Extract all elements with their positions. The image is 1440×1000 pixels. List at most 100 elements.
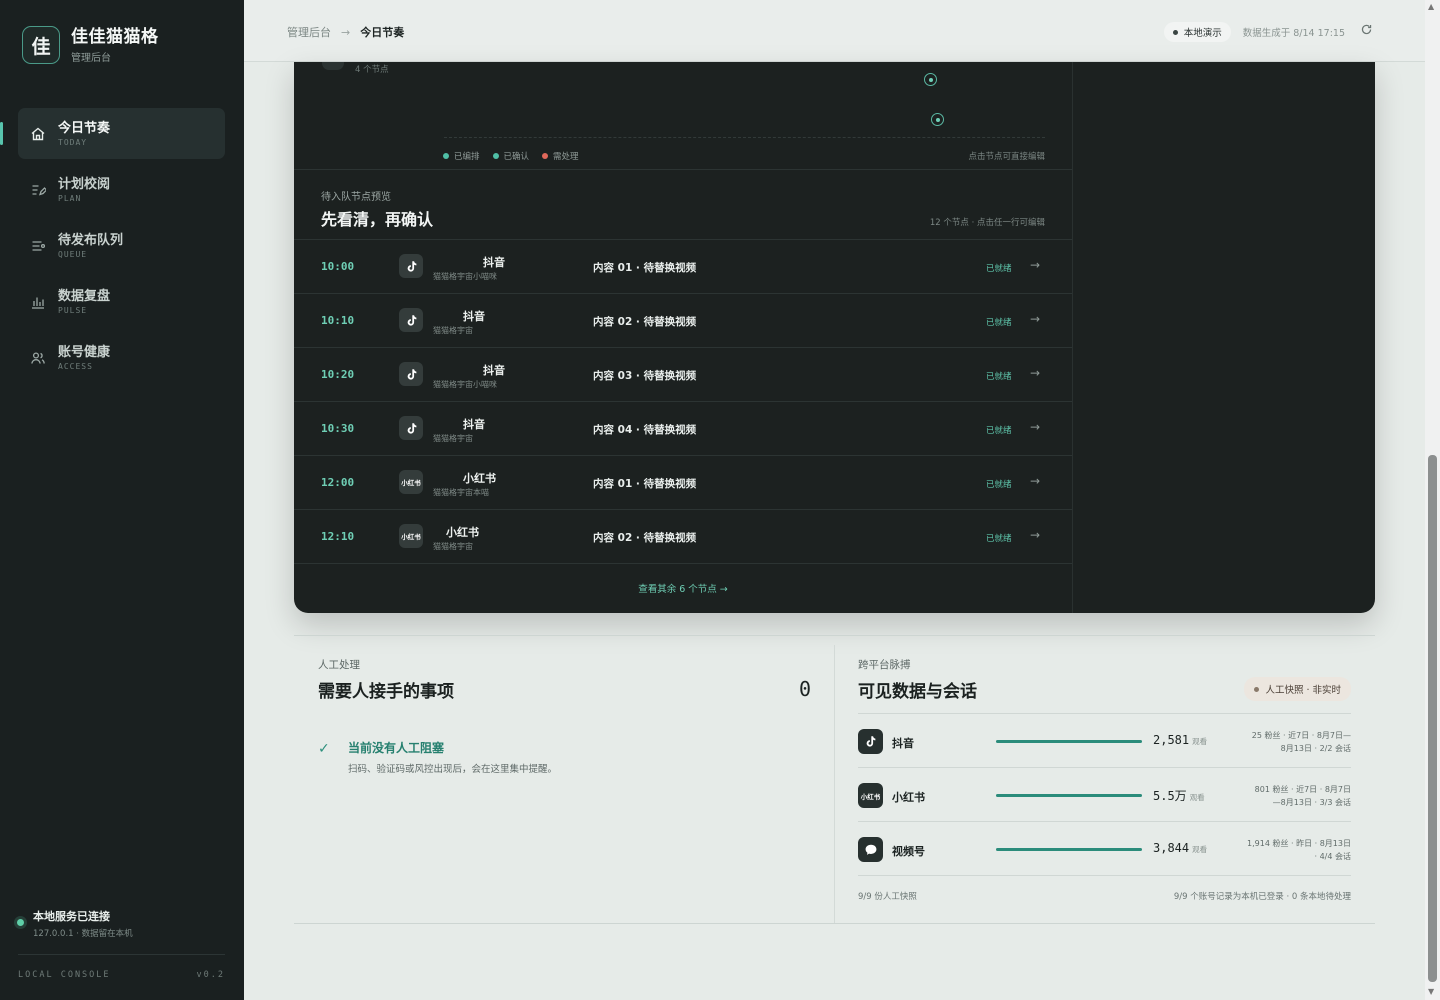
divider <box>18 954 225 955</box>
timeline-node[interactable] <box>924 73 937 86</box>
preview-row[interactable]: 10:00 抖音 猫猫格宇宙小喵咪 内容 01 · 待替换视频 已就绪 → <box>294 240 1072 294</box>
row-status: 已就绪 <box>986 480 1012 490</box>
row-time: 12:00 <box>321 476 355 489</box>
brand[interactable]: 佳 佳佳猫猫格 管理后台 <box>22 26 159 64</box>
row-time: 10:20 <box>321 368 355 381</box>
sidebar-item-pulse[interactable]: 数据复盘 PULSE <box>18 276 225 327</box>
legend-dot <box>542 153 549 159</box>
tiktok-icon <box>399 254 423 278</box>
views-number: 5.5万 <box>1153 789 1187 803</box>
timeline-node[interactable] <box>931 113 944 126</box>
arrow-right-icon: → <box>1030 474 1041 488</box>
manual-kicker: 人工处理 <box>318 659 360 671</box>
sidebar-item-label: 账号健康 <box>58 344 111 360</box>
sidebar-item-sublabel: TODAY <box>58 137 88 147</box>
timeline-legend: 已编排 已确认 需处理 <box>443 150 592 162</box>
check-icon: ✓ <box>318 741 330 757</box>
manual-count: 0 <box>798 677 811 701</box>
divider <box>294 923 1375 924</box>
manual-section: 人工处理 需要人接手的事项 0 ✓ 当前没有人工阻塞 扫码、验证码或风控出现后，… <box>318 657 811 775</box>
topbar: 管理后台 → 今日节奏 本地演示 数据生成于 8/14 17:15 <box>244 0 1425 62</box>
preview-row[interactable]: 12:00 小红书 小红书 猫猫格宇宙本喵 内容 01 · 待替换视频 已就绪 … <box>294 456 1072 510</box>
row-time: 10:00 <box>321 260 355 273</box>
pulse-row[interactable]: 抖音 2,581 观看 25 粉丝 · 近7日 · 8月7日— 8月13日 · 2… <box>858 714 1351 768</box>
sidebar-item-sublabel: QUEUE <box>58 249 88 259</box>
row-content: 内容 04 · 待替换视频 <box>593 424 697 436</box>
row-platform: 小红书 <box>463 472 496 485</box>
chat-icon <box>322 62 344 70</box>
platform-meta: 801 粉丝 · 近7日 · 8月7日 —8月13日 · 3/3 会话 <box>1231 783 1351 809</box>
timeline-hint: 点击节点可直接编辑 <box>968 152 1045 162</box>
row-platform: 抖音 <box>463 418 485 431</box>
topbar-status: 本地演示 数据生成于 8/14 17:15 <box>1163 22 1345 42</box>
empty-state-sub: 扫码、验证码或风控出现后，会在这里集中提醒。 <box>348 764 558 775</box>
preview-row[interactable]: 10:20 抖音 猫猫格宇宙小喵咪 内容 03 · 待替换视频 已就绪 → <box>294 348 1072 402</box>
status-dot <box>17 919 24 926</box>
row-account: 猫猫格宇宙 <box>433 326 473 335</box>
scroll-up-icon[interactable]: ▲ <box>1428 2 1434 11</box>
sidebar-item-sublabel: PLAN <box>58 193 82 203</box>
preview-row[interactable]: 10:10 抖音 猫猫格宇宙 内容 02 · 待替换视频 已就绪 → <box>294 294 1072 348</box>
preview-kicker: 待入队节点预览 <box>321 192 391 203</box>
platform-name: 小红书 <box>892 791 925 804</box>
sidebar-item-plan[interactable]: 计划校阅 PLAN <box>18 164 225 215</box>
arrow-right-icon: → <box>1030 312 1041 326</box>
scroll-down-icon[interactable]: ▼ <box>1428 987 1434 996</box>
connection-title: 本地服务已连接 <box>33 910 110 923</box>
legend-dot <box>443 153 449 159</box>
schedule-side-panel <box>1072 62 1375 613</box>
views-number: 2,581 <box>1153 733 1190 747</box>
legend-dot <box>492 153 499 159</box>
divider <box>294 169 1072 170</box>
legend-label: 已编排 <box>454 152 480 162</box>
preview-title: 先看清，再确认 <box>321 210 434 229</box>
breadcrumb-root[interactable]: 管理后台 <box>287 24 331 40</box>
page-scrollbar[interactable]: ▲ ▼ <box>1425 0 1440 1000</box>
arrow-right-icon: → <box>1030 366 1041 380</box>
platform-meta: 1,914 粉丝 · 昨日 · 8月13日 · 4/4 会话 <box>1231 837 1351 863</box>
row-content: 内容 01 · 待替换视频 <box>593 478 697 490</box>
preview-meta: 12 个节点 · 点击任一行可编辑 <box>929 218 1045 228</box>
sidebar-item-label: 数据复盘 <box>58 288 111 304</box>
view-more-link[interactable]: 查看其余 6 个节点 → <box>294 581 1072 595</box>
refresh-button[interactable] <box>1358 22 1374 38</box>
scrollbar-thumb[interactable] <box>1428 455 1437 982</box>
brand-subtitle: 管理后台 <box>71 53 111 64</box>
progress-bar <box>996 740 1142 743</box>
row-account: 猫猫格宇宙 <box>433 542 473 551</box>
row-content: 内容 01 · 待替换视频 <box>593 262 697 274</box>
pulse-row[interactable]: 视频号 3,844 观看 1,914 粉丝 · 昨日 · 8月13日 · 4/4 … <box>858 822 1351 876</box>
tiktok-icon <box>399 308 423 332</box>
row-status: 已就绪 <box>986 372 1012 382</box>
legend-item: 已编排 <box>443 150 480 162</box>
generated-time: 数据生成于 8/14 17:15 <box>1242 28 1345 39</box>
pulse-kicker: 跨平台脉搏 <box>858 659 911 671</box>
sidebar-nav: 今日节奏 TODAY 计划校阅 PLAN 待发布队列 QUEUE 数据复盘 PU… <box>0 108 225 388</box>
legend-item: 已确认 <box>492 150 529 162</box>
xiaohongshu-icon: 小红书 <box>399 524 423 548</box>
arrow-right-icon: → <box>1030 528 1041 542</box>
footer-label: LOCAL CONSOLE <box>18 970 111 980</box>
views-value: 3,844 观看 <box>1153 841 1207 855</box>
sidebar-item-label: 今日节奏 <box>58 120 111 136</box>
row-time: 10:30 <box>321 422 355 435</box>
preview-row[interactable]: 10:30 抖音 猫猫格宇宙 内容 04 · 待替换视频 已就绪 → <box>294 402 1072 456</box>
pulse-row[interactable]: 小红书 小红书 5.5万 观看 801 粉丝 · 近7日 · 8月7日 —8月13… <box>858 768 1351 822</box>
preview-list: 10:00 抖音 猫猫格宇宙小喵咪 内容 01 · 待替换视频 已就绪 → 10… <box>294 239 1072 564</box>
timeline-axis <box>444 137 1045 138</box>
schedule-card: 4 个节点 已编排 已确认 需处理 点击节点可直接编辑 待入队节点预览 先看清，… <box>294 62 1375 613</box>
row-status: 已就绪 <box>986 264 1012 274</box>
sidebar-item-access[interactable]: 账号健康 ACCESS <box>18 332 225 383</box>
status-dot <box>1172 29 1178 35</box>
sidebar-footer: LOCAL CONSOLE v0.2 <box>18 970 225 980</box>
sidebar-item-label: 计划校阅 <box>58 176 111 192</box>
sidebar-item-queue[interactable]: 待发布队列 QUEUE <box>18 220 225 271</box>
tiktok-icon <box>858 729 883 754</box>
row-status: 已就绪 <box>986 534 1012 544</box>
preview-row[interactable]: 12:10 小红书 小红书 猫猫格宇宙 内容 02 · 待替换视频 已就绪 → <box>294 510 1072 564</box>
meta-line: 801 粉丝 · 近7日 · 8月7日 <box>1254 785 1351 794</box>
meta-line: · 4/4 会话 <box>1314 852 1351 861</box>
sidebar-item-today[interactable]: 今日节奏 TODAY <box>0 108 225 159</box>
sidebar: 佳 佳佳猫猫格 管理后台 今日节奏 TODAY 计划校阅 PLAN 待发布队列 … <box>0 0 244 1000</box>
progress-bar <box>996 794 1142 797</box>
